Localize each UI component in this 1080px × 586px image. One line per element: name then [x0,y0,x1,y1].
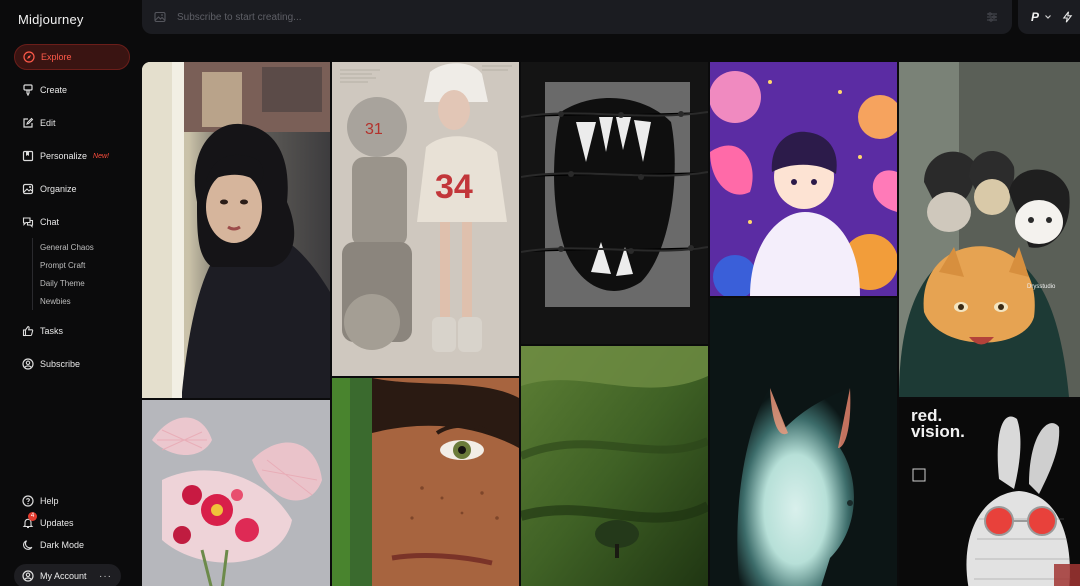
nav-explore-label: Explore [41,52,72,62]
chat-room-item[interactable]: Prompt Craft [40,256,130,274]
question-icon [21,495,34,508]
prompt-input[interactable] [175,10,955,24]
app-root: Midjourney Explore Create Edit Personali… [0,0,1080,586]
sliders-icon[interactable] [986,11,998,23]
sidebar: Midjourney Explore Create Edit Personali… [0,0,136,586]
brand-logo[interactable]: Midjourney [18,12,84,27]
mouth-barbed-wire-art [521,62,708,344]
sweater-number: 34 [435,168,473,206]
prompt-bar [142,0,1012,34]
bell-icon: 4 [21,511,37,530]
pencil-square-icon [21,117,34,130]
gallery-image-planet-girl[interactable] [710,62,897,296]
thumbs-up-icon [21,325,34,338]
red-vision-rabbit-art: red. vision. [899,399,1080,586]
dark-mode-toggle[interactable]: Dark Mode [14,534,130,556]
moon-icon [21,539,34,552]
nav-create[interactable]: Create [14,77,130,103]
nav-subscribe-label: Subscribe [40,359,81,369]
my-account-label: My Account [40,571,87,581]
help-button[interactable]: Help [14,490,130,512]
nav-tasks-label: Tasks [40,326,64,336]
nav-tasks[interactable]: Tasks [14,318,130,344]
nav-chat-label: Chat [40,217,60,227]
updates-label: Updates [40,518,74,528]
my-account-button[interactable]: My Account ··· [14,564,121,586]
gallery-image-glass-fish[interactable] [142,400,330,586]
more-options-icon[interactable]: ··· [99,571,112,582]
nav-edit-label: Edit [40,118,56,128]
new-badge: New! [93,152,109,160]
gallery-image-green-hills[interactable] [521,346,708,586]
gallery-image-freckled-face[interactable] [332,378,519,586]
nav-edit[interactable]: Edit [14,110,130,136]
lightning-bolt-icon[interactable] [1062,11,1073,23]
chat-rooms-list: General Chaos Prompt Craft Daily Theme N… [32,238,130,310]
user-circle-icon [21,570,34,583]
chat-bubbles-icon [21,216,34,229]
profile-initial: P [1031,10,1040,24]
robot-girl-art: 31 34 [332,62,519,376]
compass-icon [22,51,35,64]
nav-subscribe[interactable]: Subscribe [14,351,130,377]
brush-icon [21,84,34,97]
bookmark-card-icon [21,150,34,163]
updates-button[interactable]: 4 Updates [14,511,130,534]
portrait-street-art [142,62,330,398]
hood-text: Drysstudio [1027,284,1056,290]
nav-organize-label: Organize [40,184,77,194]
svg-text:31: 31 [365,121,383,138]
image-icon [21,183,34,196]
updates-count-badge: 4 [28,511,37,521]
nav-personalize[interactable]: Personalize New! [14,143,130,169]
gallery-image-robot-girl[interactable]: 31 34 [332,62,519,376]
poster-title-line2: vision. [911,422,965,441]
chat-room-item[interactable]: Newbies [40,292,130,310]
nav-organize[interactable]: Organize [14,176,130,202]
hooded-cats-art: Drysstudio [899,62,1080,397]
planet-girl-art [710,62,897,296]
main-nav: Explore Create Edit Personalize New! Org… [14,44,130,384]
help-label: Help [40,496,59,506]
profile-switcher[interactable]: P [1018,0,1080,34]
gallery-image-portrait-street[interactable] [142,62,330,398]
chat-room-item[interactable]: General Chaos [40,238,130,256]
green-hills-art [521,346,708,586]
gallery-image-mouth-barbed-wire[interactable] [521,62,708,344]
chat-room-item[interactable]: Daily Theme [40,274,130,292]
gallery-image-red-vision-rabbit[interactable]: red. vision. [899,399,1080,586]
user-circle-icon [21,358,34,371]
bottom-nav: Help 4 Updates Dark Mode [14,490,130,556]
image-upload-icon[interactable] [154,11,166,23]
dark-mode-label: Dark Mode [40,540,85,550]
gallery-image-glowing-fox[interactable] [710,298,897,586]
glass-fish-art [142,400,330,586]
chevron-down-icon [1044,13,1052,21]
nav-create-label: Create [40,85,68,95]
nav-explore[interactable]: Explore [14,44,130,70]
explore-gallery: 31 34 Drysstudio red. vision. [142,62,1080,586]
freckled-face-art [332,378,519,586]
glowing-fox-art [710,298,897,586]
nav-personalize-label: Personalize [40,151,88,161]
gallery-image-hooded-cats[interactable]: Drysstudio [899,62,1080,397]
nav-chat[interactable]: Chat [14,209,130,235]
